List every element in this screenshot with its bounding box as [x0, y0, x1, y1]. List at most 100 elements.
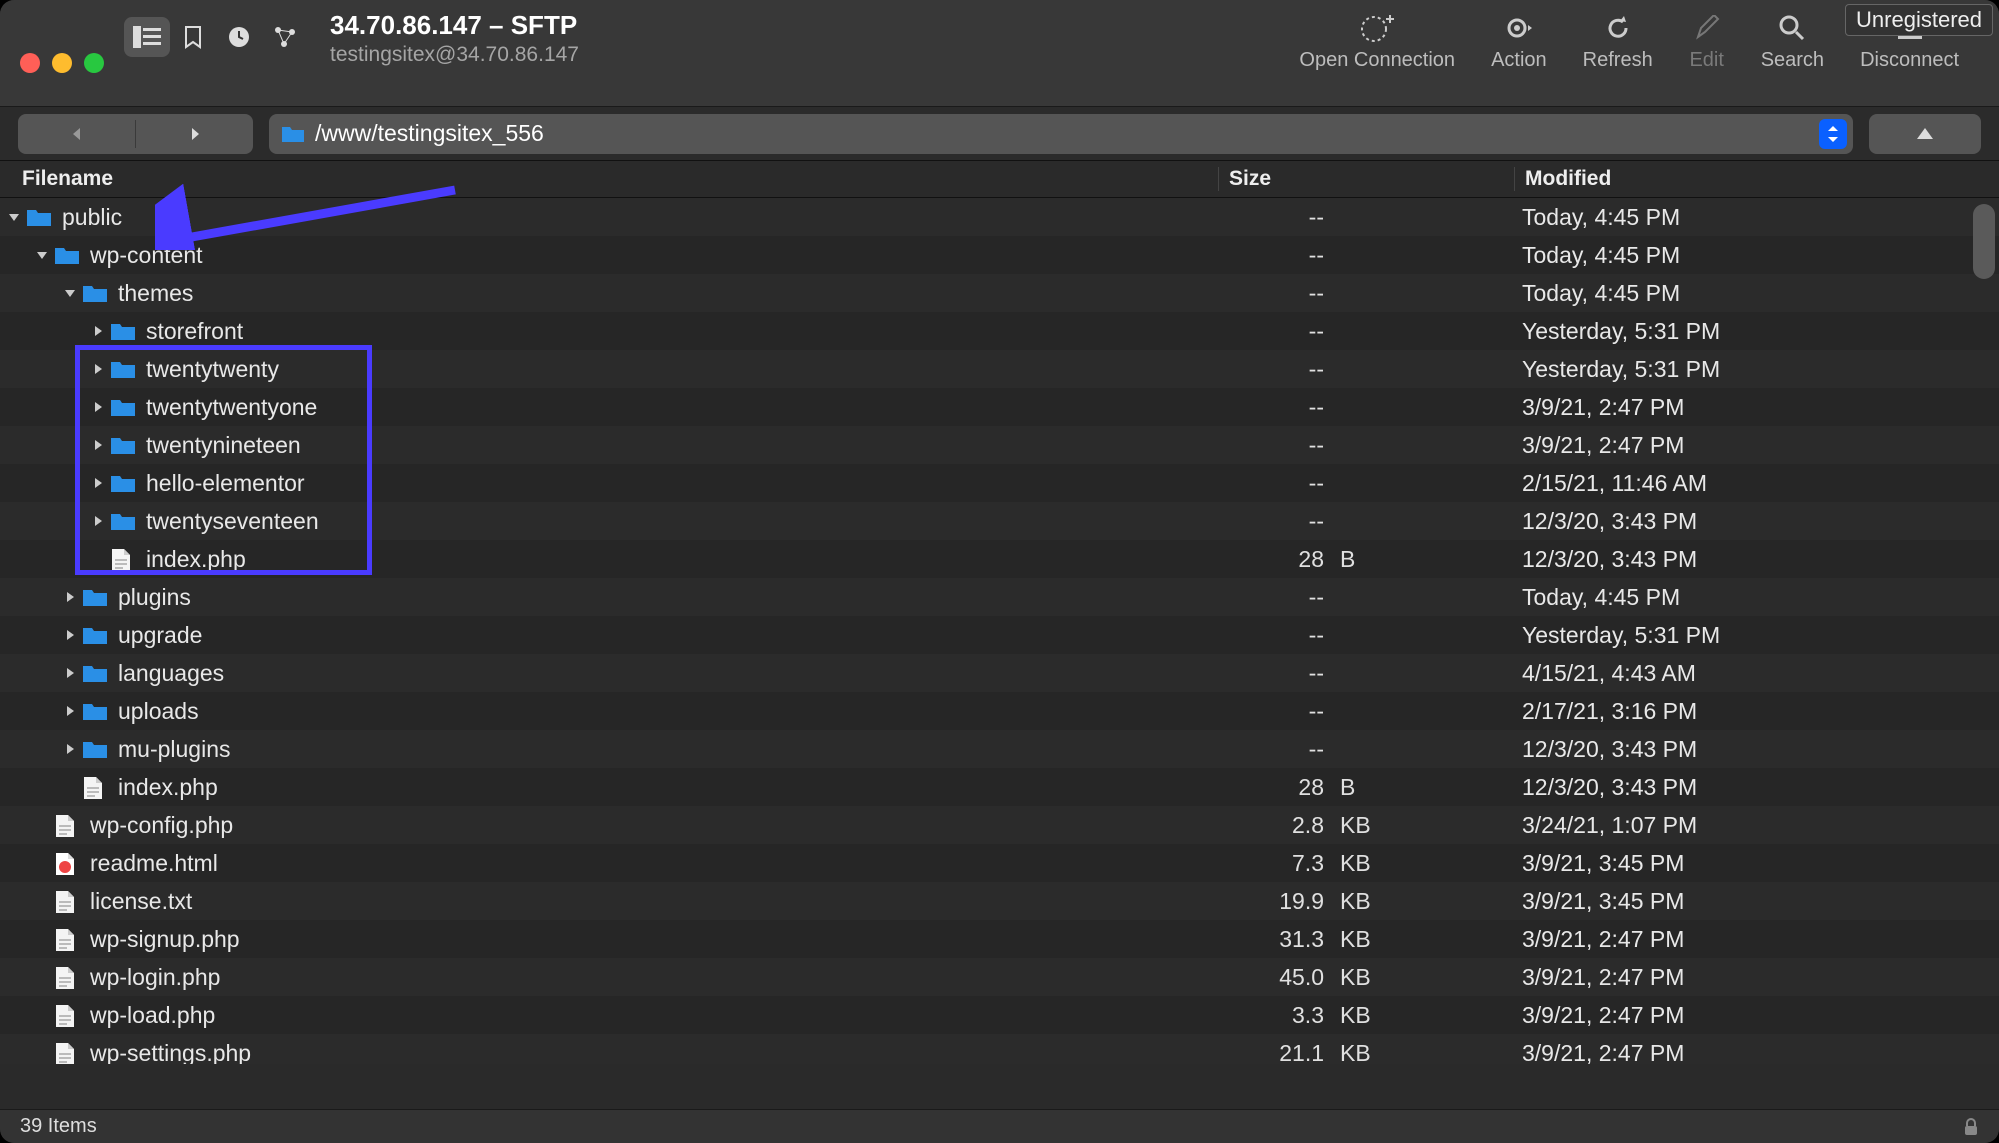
path-text: /www/testingsitex_556: [315, 120, 544, 147]
file-row[interactable]: twentytwentyone--3/9/21, 2:47 PM: [0, 388, 1999, 426]
file-row[interactable]: plugins--Today, 4:45 PM: [0, 578, 1999, 616]
bookmarks-button[interactable]: [170, 17, 216, 57]
file-row[interactable]: twentynineteen--3/9/21, 2:47 PM: [0, 426, 1999, 464]
file-size-unit: KB: [1334, 964, 1512, 991]
nav-forward-button[interactable]: [136, 126, 253, 142]
file-row[interactable]: wp-content--Today, 4:45 PM: [0, 236, 1999, 274]
file-size: 31.3: [1218, 926, 1334, 953]
history-button[interactable]: [216, 17, 262, 57]
file-modified: 3/24/21, 1:07 PM: [1512, 812, 1999, 839]
file-size-unit: B: [1334, 546, 1512, 573]
folder-icon: [110, 510, 136, 532]
window-title-main: 34.70.86.147 – SFTP: [330, 10, 1299, 41]
file-row[interactable]: upgrade--Yesterday, 5:31 PM: [0, 616, 1999, 654]
zoom-window-button[interactable]: [84, 53, 104, 73]
file-row[interactable]: hello-elementor--2/15/21, 11:46 AM: [0, 464, 1999, 502]
file-modified: 12/3/20, 3:43 PM: [1512, 508, 1999, 535]
file-row[interactable]: wp-signup.php31.3KB3/9/21, 2:47 PM: [0, 920, 1999, 958]
disclosure-right-icon[interactable]: [62, 591, 78, 603]
file-size: 45.0: [1218, 964, 1334, 991]
bonjour-button[interactable]: [262, 17, 308, 57]
disclosure-right-icon[interactable]: [62, 629, 78, 641]
search-icon: [1774, 12, 1810, 44]
file-row[interactable]: twentyseventeen--12/3/20, 3:43 PM: [0, 502, 1999, 540]
action-button[interactable]: Action: [1491, 12, 1547, 106]
disclosure-down-icon[interactable]: [34, 249, 50, 261]
file-row[interactable]: languages--4/15/21, 4:43 AM: [0, 654, 1999, 692]
search-button[interactable]: Search: [1761, 12, 1824, 106]
folder-icon: [110, 434, 136, 456]
path-field[interactable]: /www/testingsitex_556: [269, 114, 1853, 154]
file-icon: [54, 1004, 80, 1026]
file-modified: 12/3/20, 3:43 PM: [1512, 736, 1999, 763]
file-modified: 4/15/21, 4:43 AM: [1512, 660, 1999, 687]
disclosure-right-icon[interactable]: [90, 477, 106, 489]
file-row[interactable]: wp-login.php45.0KB3/9/21, 2:47 PM: [0, 958, 1999, 996]
file-row[interactable]: public--Today, 4:45 PM: [0, 198, 1999, 236]
disclosure-down-icon[interactable]: [6, 211, 22, 223]
title-bar: 34.70.86.147 – SFTP testingsitex@34.70.8…: [0, 0, 1999, 107]
nav-back-button[interactable]: [18, 126, 135, 142]
file-size: --: [1218, 470, 1334, 497]
close-window-button[interactable]: [20, 53, 40, 73]
path-dropdown-button[interactable]: [1819, 119, 1847, 149]
file-row[interactable]: twentytwenty--Yesterday, 5:31 PM: [0, 350, 1999, 388]
file-icon: [110, 548, 136, 570]
file-modified: Today, 4:45 PM: [1512, 204, 1999, 231]
file-row[interactable]: storefront--Yesterday, 5:31 PM: [0, 312, 1999, 350]
column-filename[interactable]: Filename: [22, 167, 1218, 191]
folder-icon: [82, 586, 108, 608]
app-window: Unregistered 34.70.86.147 – SFTP testing…: [0, 0, 1999, 1143]
disclosure-right-icon[interactable]: [90, 401, 106, 413]
file-row[interactable]: readme.html7.3KB3/9/21, 3:45 PM: [0, 844, 1999, 882]
file-size: --: [1218, 432, 1334, 459]
refresh-button[interactable]: Refresh: [1583, 12, 1653, 106]
disclosure-right-icon[interactable]: [90, 325, 106, 337]
file-icon: [54, 928, 80, 950]
folder-icon: [281, 124, 305, 144]
file-name: hello-elementor: [146, 470, 305, 497]
file-row[interactable]: index.php28B12/3/20, 3:43 PM: [0, 540, 1999, 578]
folder-icon: [110, 358, 136, 380]
file-row[interactable]: uploads--2/17/21, 3:16 PM: [0, 692, 1999, 730]
go-up-button[interactable]: [1869, 114, 1981, 154]
folder-icon: [82, 662, 108, 684]
file-name: storefront: [146, 318, 243, 345]
file-name: wp-config.php: [90, 812, 233, 839]
file-row[interactable]: wp-config.php2.8KB3/24/21, 1:07 PM: [0, 806, 1999, 844]
scrollbar-thumb[interactable]: [1973, 204, 1995, 279]
file-row[interactable]: themes--Today, 4:45 PM: [0, 274, 1999, 312]
disclosure-right-icon[interactable]: [90, 363, 106, 375]
file-size: 3.3: [1218, 1002, 1334, 1029]
file-size: 19.9: [1218, 888, 1334, 915]
file-row[interactable]: mu-plugins--12/3/20, 3:43 PM: [0, 730, 1999, 768]
disclosure-right-icon[interactable]: [62, 743, 78, 755]
file-size: --: [1218, 660, 1334, 687]
column-size[interactable]: Size: [1218, 167, 1514, 191]
disclosure-right-icon[interactable]: [62, 705, 78, 717]
toggle-view-button[interactable]: [124, 17, 170, 57]
column-modified[interactable]: Modified: [1514, 167, 1999, 191]
disclosure-right-icon[interactable]: [90, 515, 106, 527]
disclosure-right-icon[interactable]: [90, 439, 106, 451]
file-modified: Today, 4:45 PM: [1512, 280, 1999, 307]
file-row[interactable]: index.php28B12/3/20, 3:43 PM: [0, 768, 1999, 806]
file-modified: Yesterday, 5:31 PM: [1512, 356, 1999, 383]
file-name: wp-settings.php: [90, 1040, 251, 1065]
edit-button[interactable]: Edit: [1689, 12, 1725, 106]
file-row[interactable]: wp-load.php3.3KB3/9/21, 2:47 PM: [0, 996, 1999, 1034]
file-name: upgrade: [118, 622, 202, 649]
minimize-window-button[interactable]: [52, 53, 72, 73]
open-connection-button[interactable]: Open Connection: [1299, 12, 1455, 106]
file-name: wp-load.php: [90, 1002, 215, 1029]
disclosure-right-icon[interactable]: [62, 667, 78, 679]
file-modified: Yesterday, 5:31 PM: [1512, 622, 1999, 649]
file-row[interactable]: license.txt19.9KB3/9/21, 3:45 PM: [0, 882, 1999, 920]
file-size: --: [1218, 318, 1334, 345]
file-list[interactable]: public--Today, 4:45 PMwp-content--Today,…: [0, 198, 1999, 1064]
file-size: --: [1218, 394, 1334, 421]
file-row[interactable]: wp-settings.php21.1KB3/9/21, 2:47 PM: [0, 1034, 1999, 1064]
file-name: wp-content: [90, 242, 203, 269]
file-size-unit: B: [1334, 774, 1512, 801]
disclosure-down-icon[interactable]: [62, 287, 78, 299]
